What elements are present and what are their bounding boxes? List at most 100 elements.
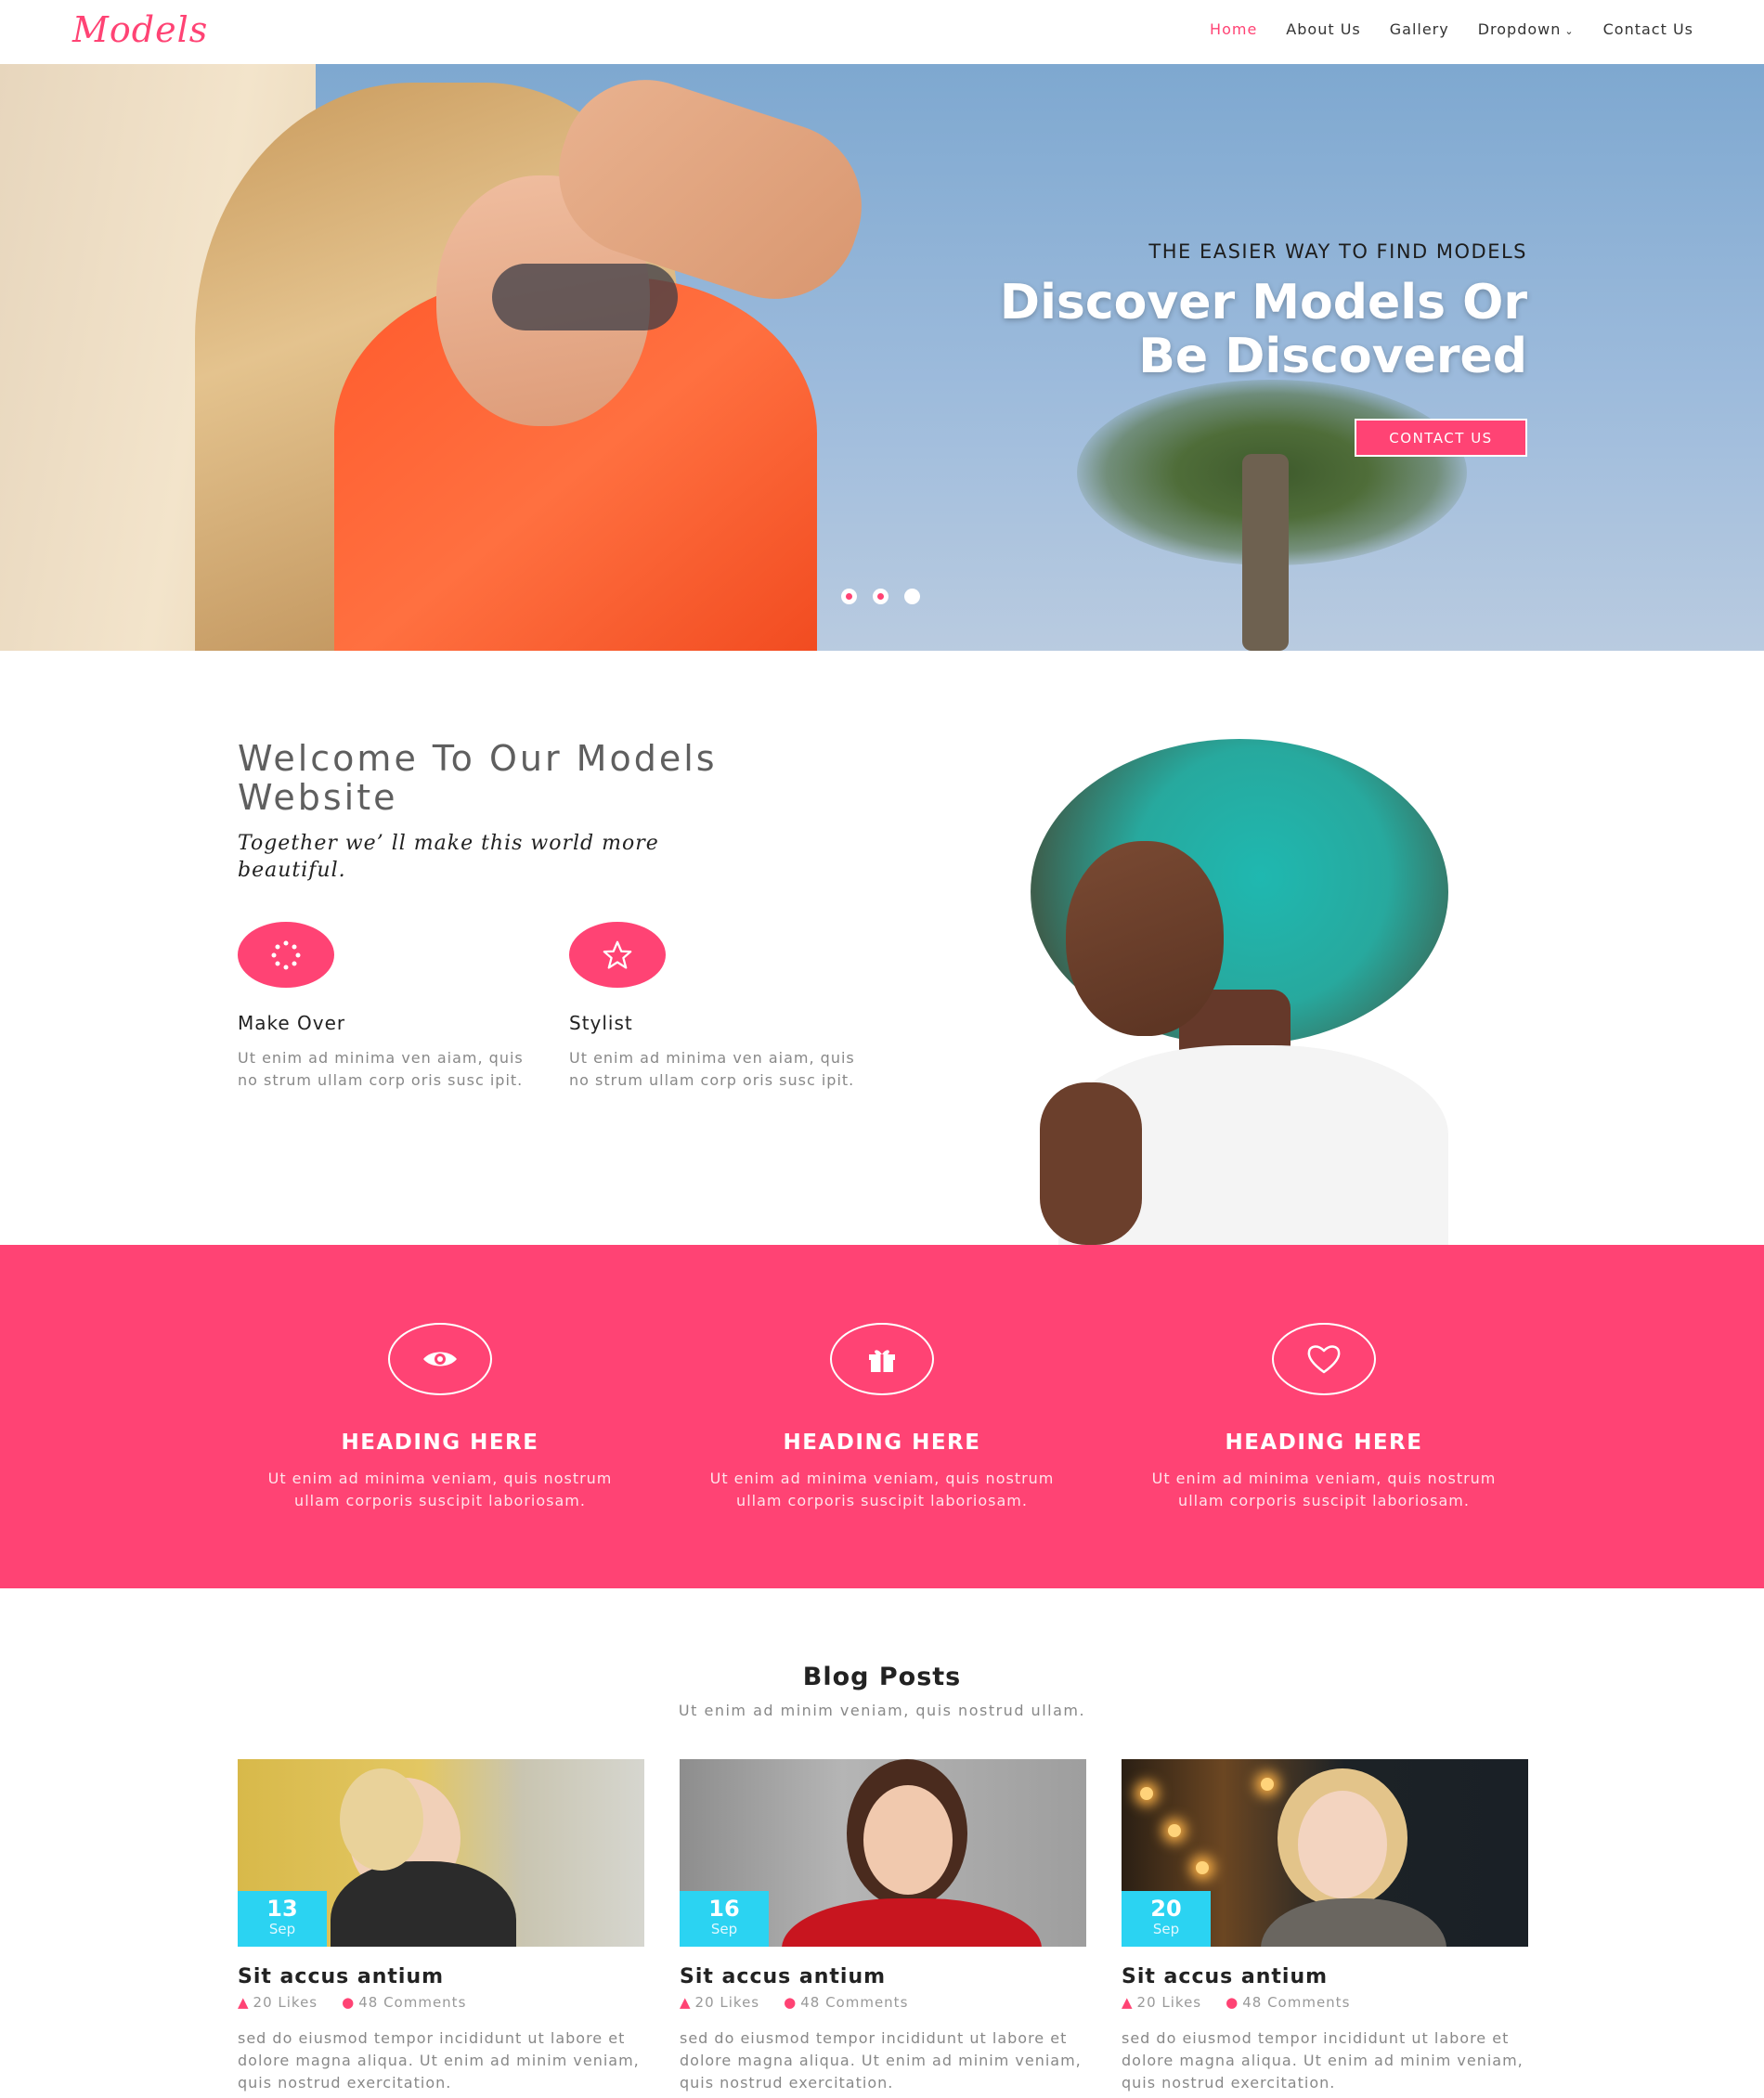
- service-item: HEADING HERE Ut enim ad minima veniam, q…: [687, 1323, 1077, 1512]
- hero-title-line-2: Be Discovered: [1138, 329, 1527, 384]
- service-heading: HEADING HERE: [1225, 1431, 1423, 1455]
- hero-caption: THE EASIER WAY TO FIND MODELS Discover M…: [1000, 240, 1527, 383]
- post-date-badge: 16 Sep: [680, 1891, 769, 1947]
- site-logo[interactable]: Models: [72, 9, 208, 50]
- blog-light-bulb: [1196, 1861, 1209, 1874]
- post-likes[interactable]: ▲ 20 Likes: [238, 1994, 318, 2011]
- nav-item-dropdown[interactable]: Dropdown ⌄: [1478, 20, 1575, 38]
- eye-icon: [388, 1323, 492, 1395]
- likes-count: 20 Likes: [253, 1994, 318, 2011]
- blog-card: 13 Sep Sit accus antium ▲ 20 Likes ● 48 Co…: [238, 1759, 644, 2094]
- comments-count: 48 Comments: [1242, 1994, 1351, 2011]
- post-comments[interactable]: ● 48 Comments: [784, 1994, 908, 2011]
- services-section: HEADING HERE Ut enim ad minima veniam, q…: [0, 1245, 1764, 1588]
- navbar: Models Home About Us Gallery Dropdown ⌄ C…: [0, 0, 1764, 64]
- thumbs-up-icon: ▲: [238, 1994, 250, 2011]
- slider-dot-1[interactable]: [841, 589, 857, 604]
- feature-stylist: Stylist Ut enim ad minima ven aiam, quis…: [569, 922, 866, 1092]
- slider-dot-2[interactable]: [873, 589, 888, 604]
- comments-icon: ●: [1226, 1994, 1239, 2011]
- hero-tagline: THE EASIER WAY TO FIND MODELS: [1148, 240, 1527, 263]
- blog-model-head: [1298, 1791, 1387, 1898]
- slider-dots: [841, 589, 920, 604]
- portrait-face: [1066, 841, 1224, 1036]
- post-date-badge: 20 Sep: [1122, 1891, 1211, 1947]
- chevron-down-icon: ⌄: [1564, 25, 1575, 37]
- nav-item-home[interactable]: Home: [1210, 20, 1257, 38]
- feature-description: Ut enim ad minima ven aiam, quis no stru…: [569, 1049, 855, 1089]
- thumbs-up-icon: ▲: [680, 1994, 692, 2011]
- blog-post-image[interactable]: 13 Sep: [238, 1759, 644, 1947]
- blog-card: 20 Sep Sit accus antium ▲ 20 Likes ● 48 Co…: [1122, 1759, 1528, 2094]
- post-date-day: 16: [708, 1896, 740, 1922]
- portrait-hand: [1040, 1082, 1142, 1245]
- main-nav: Home About Us Gallery Dropdown ⌄ Contact …: [1210, 20, 1693, 38]
- feature-name: Make Over: [238, 1012, 346, 1034]
- post-date-month: Sep: [710, 1921, 738, 1937]
- post-date-badge: 13 Sep: [238, 1891, 327, 1947]
- comments-count: 48 Comments: [800, 1994, 909, 2011]
- post-comments[interactable]: ● 48 Comments: [1226, 1994, 1350, 2011]
- contact-us-button[interactable]: CONTACT US: [1355, 419, 1527, 457]
- blog-model-body: [331, 1861, 516, 1947]
- welcome-subtitle: Together we’ ll make this world more bea…: [238, 832, 659, 882]
- post-meta: ▲ 20 Likes ● 48 Comments: [1122, 1994, 1528, 2011]
- slider-dot-3[interactable]: [904, 589, 920, 604]
- thumbs-up-icon: ▲: [1122, 1994, 1134, 2011]
- hero-title: Discover Models Or Be Discovered: [1000, 276, 1527, 383]
- blog-model-head: [863, 1785, 953, 1895]
- blog-post-image[interactable]: 16 Sep: [680, 1759, 1086, 1947]
- feature-make-over: Make Over Ut enim ad minima ven aiam, qu…: [238, 922, 535, 1092]
- service-heading: HEADING HERE: [783, 1431, 981, 1455]
- post-excerpt: sed do eiusmod tempor incididunt ut labo…: [238, 2029, 640, 2092]
- nav-item-about-us[interactable]: About Us: [1286, 20, 1360, 38]
- post-excerpt: sed do eiusmod tempor incididunt ut labo…: [680, 2029, 1082, 2092]
- blog-card: 16 Sep Sit accus antium ▲ 20 Likes ● 48 Co…: [680, 1759, 1086, 2094]
- blog-title: Blog Posts: [802, 1663, 962, 1691]
- post-title[interactable]: Sit accus antium: [680, 1965, 1086, 1988]
- feature-description: Ut enim ad minima ven aiam, quis no stru…: [238, 1049, 524, 1089]
- blog-light-bulb: [1168, 1824, 1181, 1837]
- service-description: Ut enim ad minima veniam, quis nostrum u…: [1151, 1470, 1497, 1509]
- blog-section: Blog Posts Ut enim ad minim veniam, quis…: [0, 1588, 1764, 2098]
- blog-model-sweater: [782, 1898, 1042, 1947]
- nav-item-contact-us[interactable]: Contact Us: [1603, 20, 1693, 38]
- service-description: Ut enim ad minima veniam, quis nostrum u…: [709, 1470, 1055, 1509]
- comments-icon: ●: [342, 1994, 356, 2011]
- post-meta: ▲ 20 Likes ● 48 Comments: [238, 1994, 644, 2011]
- post-comments[interactable]: ● 48 Comments: [342, 1994, 466, 2011]
- post-likes[interactable]: ▲ 20 Likes: [1122, 1994, 1201, 2011]
- post-date-month: Sep: [1152, 1921, 1180, 1937]
- hero-model-sunglasses: [492, 264, 678, 330]
- blog-light-bulb: [1261, 1778, 1274, 1791]
- star-icon: [569, 922, 666, 988]
- service-heading: HEADING HERE: [341, 1431, 539, 1455]
- likes-count: 20 Likes: [694, 1994, 760, 2011]
- nav-item-gallery[interactable]: Gallery: [1390, 20, 1449, 38]
- comments-count: 48 Comments: [358, 1994, 467, 2011]
- post-date-day: 20: [1150, 1896, 1182, 1922]
- blog-light-bulb: [1140, 1787, 1153, 1800]
- comments-icon: ●: [784, 1994, 798, 2011]
- post-title[interactable]: Sit accus antium: [238, 1965, 644, 1988]
- welcome-section: Welcome To Our Models Website Together w…: [0, 651, 1764, 1245]
- service-item: HEADING HERE Ut enim ad minima veniam, q…: [245, 1323, 635, 1512]
- nav-dropdown-label: Dropdown: [1477, 20, 1562, 38]
- blog-subtitle: Ut enim ad minim veniam, quis nostrud ul…: [678, 1702, 1086, 1719]
- post-title[interactable]: Sit accus antium: [1122, 1965, 1528, 1988]
- post-likes[interactable]: ▲ 20 Likes: [680, 1994, 759, 2011]
- post-excerpt: sed do eiusmod tempor incididunt ut labo…: [1122, 2029, 1524, 2092]
- blog-model-hair: [340, 1768, 423, 1871]
- feature-name: Stylist: [569, 1012, 633, 1034]
- service-description: Ut enim ad minima veniam, quis nostrum u…: [267, 1470, 613, 1509]
- post-date-day: 13: [266, 1896, 298, 1922]
- hero-palm-trunk: [1242, 454, 1289, 651]
- hero-title-line-1: Discover Models Or: [999, 275, 1527, 330]
- hero-slider: THE EASIER WAY TO FIND MODELS Discover M…: [0, 64, 1764, 651]
- service-item: HEADING HERE Ut enim ad minima veniam, q…: [1129, 1323, 1519, 1512]
- blog-model-dress: [1261, 1898, 1446, 1947]
- post-date-month: Sep: [268, 1921, 296, 1937]
- gift-icon: [830, 1323, 934, 1395]
- blog-post-image[interactable]: 20 Sep: [1122, 1759, 1528, 1947]
- loader-icon: [238, 922, 334, 988]
